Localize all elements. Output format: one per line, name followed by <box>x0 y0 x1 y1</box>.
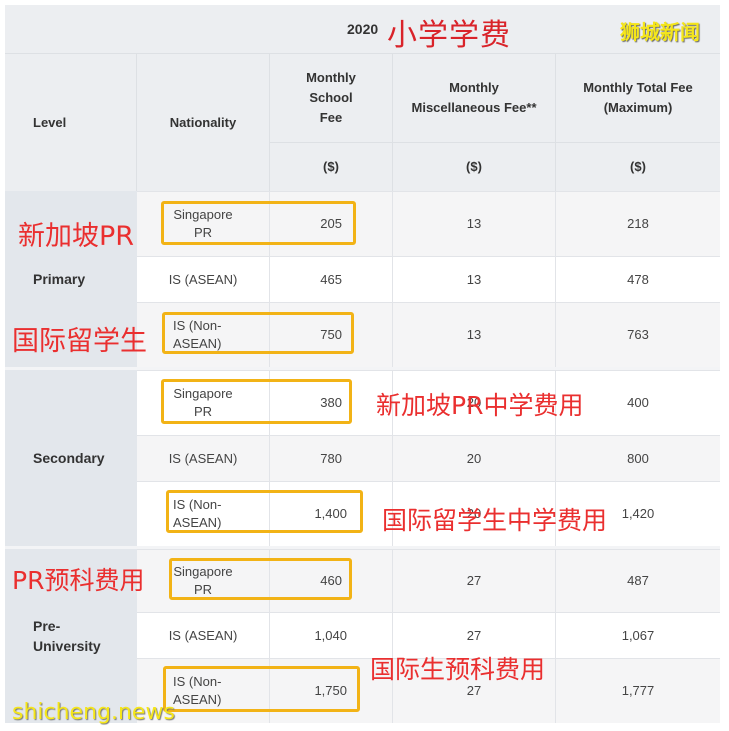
watermark: shicheng.news <box>12 700 175 725</box>
school-fee-cell: 780 <box>270 436 393 481</box>
table-title: 小学学费 <box>387 18 511 53</box>
highlight-box <box>163 666 360 712</box>
misc-fee-cell: 13 <box>393 303 556 367</box>
misc-fee-cell: 27 <box>393 550 556 612</box>
annotation-preu-pr: PR预科费用 <box>12 566 145 595</box>
total-fee-cell: 800 <box>627 450 649 466</box>
highlight-box <box>161 379 352 424</box>
misc-fee-cell: 13 <box>393 257 556 302</box>
table-row: IS (ASEAN) 780 20 800 <box>137 435 720 481</box>
nationality-cell: IS (ASEAN) <box>137 257 270 302</box>
table-row: IS (ASEAN) 465 13 478 <box>137 256 720 302</box>
header-level: Level <box>5 54 137 191</box>
misc-fee-cell: 13 <box>393 192 556 256</box>
nationality-cell: IS (ASEAN) <box>137 613 270 658</box>
header-unit: ($) <box>393 142 556 191</box>
highlight-box <box>169 558 352 600</box>
header-total-fee: Monthly Total Fee (Maximum) <box>556 54 720 142</box>
table-year: 2020 <box>347 21 379 37</box>
misc-fee-cell: 20 <box>393 436 556 481</box>
total-fee-cell: 218 <box>627 216 649 231</box>
highlight-box <box>162 312 354 354</box>
brand-logo: 狮城新闻 <box>620 20 700 44</box>
header-unit: ($) <box>556 142 720 191</box>
nationality-cell: IS (ASEAN) <box>137 436 270 481</box>
highlight-box <box>161 201 356 245</box>
header-nationality: Nationality <box>137 54 270 191</box>
level-secondary: Secondary <box>5 370 137 546</box>
total-fee-cell: 1,777 <box>621 683 655 698</box>
annotation-secondary-pr: 新加坡PR中学费用 <box>376 391 584 420</box>
annotation-secondary-intl: 国际留学生中学费用 <box>382 506 608 535</box>
highlight-box <box>166 490 363 533</box>
annotation-primary-pr: 新加坡PR <box>18 221 135 252</box>
total-fee-cell: 1,067 <box>621 627 655 643</box>
total-fee-cell: 763 <box>627 327 649 342</box>
total-fee-cell: 478 <box>627 271 649 287</box>
annotation-primary-intl: 国际留学生 <box>12 326 147 357</box>
annotation-preu-intl: 国际生预科费用 <box>370 655 546 684</box>
header-misc-fee: Monthly Miscellaneous Fee** <box>393 54 556 142</box>
total-fee-cell: 487 <box>627 573 649 588</box>
header-school-fee: Monthly School Fee <box>270 54 393 142</box>
school-fee-cell: 465 <box>270 257 393 302</box>
header-unit: ($) <box>270 142 393 191</box>
